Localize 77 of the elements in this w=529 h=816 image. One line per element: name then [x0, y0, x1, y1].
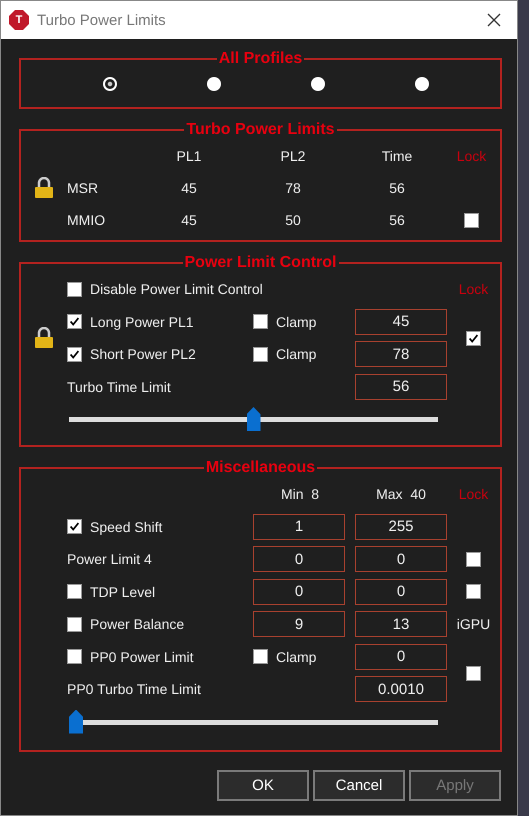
max-field[interactable]: 0: [355, 546, 447, 572]
checkbox-label: Short Power PL2: [90, 346, 196, 362]
checkbox-label: Clamp: [276, 314, 316, 330]
value-text: 45: [181, 180, 197, 196]
checkbox[interactable]: [67, 282, 82, 297]
value-field[interactable]: 56: [355, 374, 447, 400]
app-logo: T: [9, 10, 29, 30]
radio-button[interactable]: [103, 77, 117, 91]
lock-header: Lock: [458, 281, 488, 298]
group-title: Miscellaneous: [204, 460, 316, 476]
checkbox[interactable]: [466, 666, 481, 680]
value-field[interactable]: 45: [355, 308, 447, 335]
value-field[interactable]: 0.0010: [355, 676, 447, 702]
checkbox-label: TDP Level: [90, 584, 156, 600]
slider[interactable]: [69, 710, 438, 734]
max-field[interactable]: 13: [355, 611, 447, 638]
lock-header: Lock: [456, 148, 486, 164]
row-label: MSR: [67, 180, 100, 196]
column-header: Min 8: [280, 486, 320, 502]
value-text: 56: [389, 180, 405, 196]
checkbox[interactable]: [67, 649, 82, 664]
checkbox[interactable]: [67, 519, 82, 534]
value-text: 50: [285, 212, 301, 228]
window-title: Turbo Power Limits: [37, 12, 167, 28]
checkbox[interactable]: [67, 616, 82, 632]
column-header: Max 40: [376, 486, 426, 502]
slider-thumb[interactable]: [246, 407, 260, 431]
checkbox-label: Speed Shift: [90, 518, 162, 535]
close-icon[interactable]: [487, 13, 501, 27]
value-text: 56: [389, 212, 405, 228]
group-title: Turbo Power Limits: [185, 122, 336, 138]
checkbox[interactable]: [253, 346, 268, 362]
slider[interactable]: [69, 407, 438, 431]
checkbox-label: Clamp: [276, 346, 316, 362]
value-text: 45: [181, 212, 197, 228]
slider-thumb[interactable]: [69, 710, 83, 734]
side-label: iGPU: [456, 616, 490, 632]
min-field[interactable]: 0: [253, 546, 345, 572]
min-field[interactable]: 1: [253, 514, 345, 540]
checkbox-label: Long Power PL1: [90, 314, 194, 330]
group-title: All Profiles: [218, 51, 304, 67]
checkbox-label: PP0 Power Limit: [90, 648, 194, 665]
max-field[interactable]: 0: [355, 578, 447, 605]
dialog-button[interactable]: OK: [217, 770, 309, 800]
checkbox[interactable]: [464, 212, 479, 228]
row-label: Turbo Time Limit: [67, 378, 172, 395]
checkbox[interactable]: [67, 314, 82, 330]
checkbox-label: Power Balance: [90, 616, 184, 632]
padlock-icon: [34, 177, 54, 199]
radio-button[interactable]: [207, 77, 221, 91]
checkbox[interactable]: [253, 649, 268, 664]
checkbox[interactable]: [67, 584, 82, 600]
padlock-icon: [34, 327, 54, 349]
checkbox[interactable]: [253, 314, 268, 330]
value-text: 78: [285, 180, 301, 196]
lock-header: Lock: [458, 486, 488, 502]
row-label: Power Limit 4: [67, 551, 153, 568]
checkbox-label: Clamp: [276, 648, 316, 665]
column-header: PL2: [280, 148, 306, 164]
group-title: Power Limit Control: [184, 255, 338, 271]
row-label: PP0 Turbo Time Limit: [67, 681, 202, 698]
radio-button[interactable]: [415, 77, 429, 91]
checkbox[interactable]: [67, 346, 82, 362]
value-field[interactable]: 0: [355, 644, 447, 670]
checkbox[interactable]: [466, 584, 481, 600]
value-field[interactable]: 78: [355, 341, 447, 368]
column-header: PL1: [176, 148, 202, 164]
checkbox-label: Disable Power Limit Control: [90, 281, 263, 298]
min-field[interactable]: 9: [253, 611, 345, 638]
radio-button[interactable]: [311, 77, 325, 91]
min-field[interactable]: 0: [253, 578, 345, 605]
column-header: Time: [382, 148, 412, 164]
dialog-button[interactable]: Cancel: [313, 770, 405, 800]
checkbox[interactable]: [466, 330, 481, 346]
max-field[interactable]: 255: [355, 514, 447, 540]
checkbox[interactable]: [466, 552, 481, 567]
row-label: MMIO: [67, 212, 106, 228]
